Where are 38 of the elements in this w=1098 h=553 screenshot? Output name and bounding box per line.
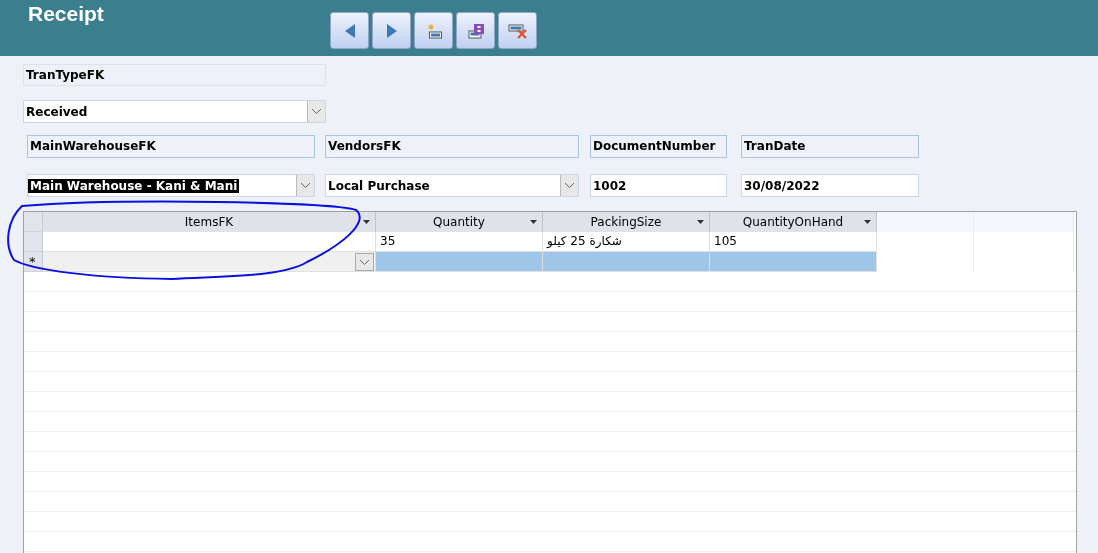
column-header[interactable]: Quantity	[376, 212, 543, 232]
caret-icon	[530, 220, 537, 224]
field-label: MainWarehouseFK	[27, 135, 315, 158]
form-title: Receipt	[28, 2, 105, 26]
chevron-down-icon	[301, 183, 310, 188]
delete-button[interactable]	[498, 12, 537, 49]
input-field[interactable]: 1002	[590, 174, 727, 197]
dropdown-button[interactable]	[307, 101, 325, 122]
field-label: TranTypeFK	[23, 64, 326, 86]
previous-button[interactable]	[330, 12, 369, 49]
left-arrow-icon	[344, 23, 355, 38]
dropdown-button[interactable]	[560, 175, 578, 196]
dropdown-field[interactable]: Main Warehouse - Kani & Mani	[27, 174, 315, 197]
input-field[interactable]: 30/08/2022	[741, 174, 919, 197]
caret-icon	[363, 220, 370, 224]
column-header[interactable]: PackingSize	[543, 212, 710, 232]
dropdown-button[interactable]	[355, 253, 374, 271]
chevron-down-icon	[312, 109, 321, 114]
right-arrow-icon	[386, 23, 397, 38]
save-icon	[467, 22, 484, 39]
caret-icon	[864, 220, 871, 224]
next-button[interactable]	[372, 12, 411, 49]
field-label: TranDate	[741, 135, 919, 158]
dropdown-button[interactable]	[296, 175, 314, 196]
chevron-down-icon	[360, 259, 369, 265]
field-label: DocumentNumber	[590, 135, 727, 158]
column-header[interactable]: QuantityOnHand	[710, 212, 877, 232]
chevron-down-icon	[565, 183, 574, 188]
new-row-marker: *	[29, 254, 36, 269]
new-button[interactable]	[414, 12, 453, 49]
caret-icon	[697, 220, 704, 224]
delete-record-icon	[507, 22, 528, 39]
dropdown-field[interactable]: Local Purchase	[325, 174, 579, 197]
save-button[interactable]	[456, 12, 495, 49]
column-header[interactable]: ItemsFK	[43, 212, 376, 232]
field-label: VendorsFK	[325, 135, 579, 158]
trantype-dropdown[interactable]: Received	[23, 100, 326, 123]
dropdown-field[interactable]	[43, 252, 376, 272]
